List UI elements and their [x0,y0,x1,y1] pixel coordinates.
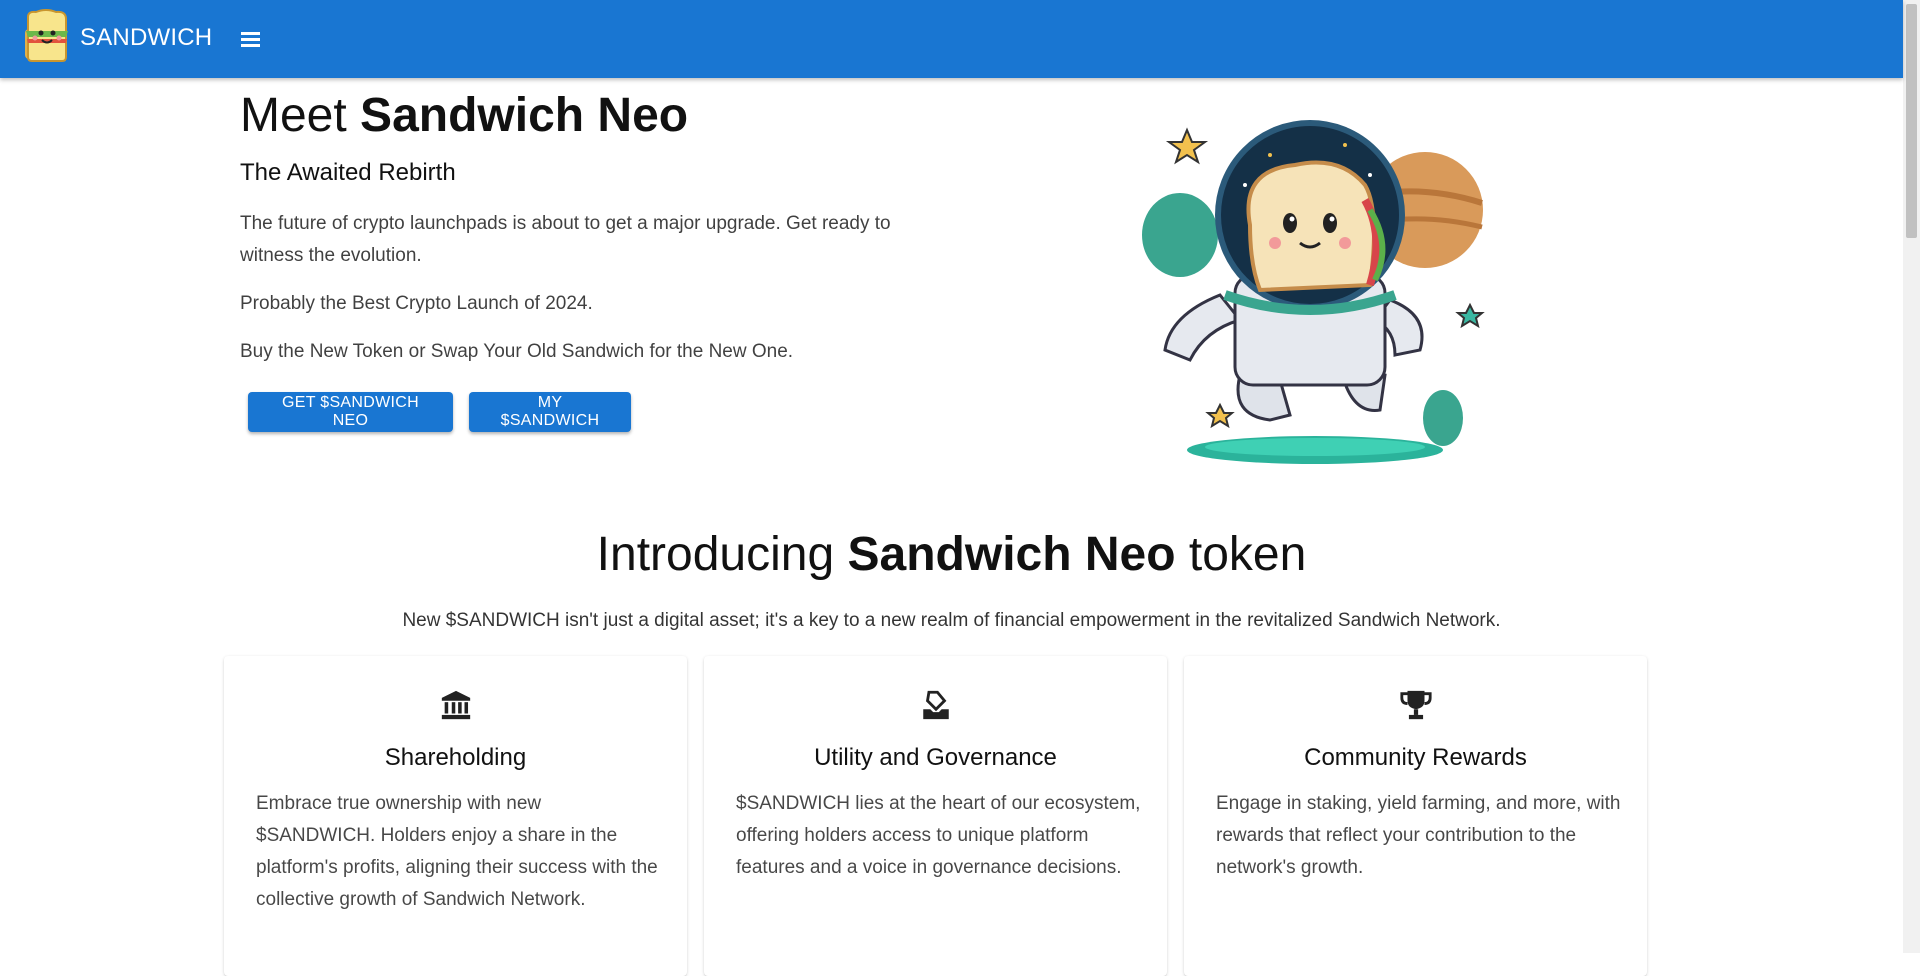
intro-description: New $SANDWICH isn't just a digital asset… [402,610,1501,631]
card-text: Embrace true ownership with new $SANDWIC… [256,793,658,910]
scrollbar-thumb[interactable] [1906,4,1917,238]
card-title: Utility and Governance [814,744,1057,771]
card-title: Shareholding [384,744,527,771]
intro-title: Introducing Sandwich Neo token [596,528,1307,581]
hero-paragraph-2: Probably the Best Crypto Launch of 2024. [240,293,593,314]
my-sandwich-button[interactable]: MY $SANDWICH [469,392,631,432]
get-sandwich-neo-button[interactable]: GET $SANDWICH NEO [248,392,453,432]
hero-paragraph-1: The future of crypto launchpads is about… [240,213,891,266]
bank-icon [441,690,470,720]
hero-subtitle: The Awaited Rebirth [240,159,456,186]
menu-icon[interactable] [232,22,268,56]
trophy-icon [1399,690,1432,720]
card-title: Community Rewards [1304,744,1527,771]
scrollbar[interactable] [1903,0,1920,953]
sandwich-logo[interactable] [22,9,76,65]
hero-section: Meet Sandwich Neo The Awaited Rebirth Th… [240,86,920,432]
hero-title: Meet Sandwich Neo [240,89,689,142]
card-text: Engage in staking, yield farming, and mo… [1216,793,1621,878]
vote-icon [922,690,949,720]
hero-paragraph-3: Buy the New Token or Swap Your Old Sandw… [240,341,794,362]
feature-card-shareholding: Shareholding Embrace true ownership with… [224,656,687,976]
feature-card-utility: Utility and Governance $SANDWICH lies at… [704,656,1167,976]
feature-card-rewards: Community Rewards Engage in staking, yie… [1184,656,1647,976]
card-text: $SANDWICH lies at the heart of our ecosy… [736,793,1141,878]
astronaut-sandwich-illustration [1142,120,1485,464]
app-title[interactable]: SANDWICH [80,24,212,52]
app-bar: SANDWICH [0,0,1903,78]
